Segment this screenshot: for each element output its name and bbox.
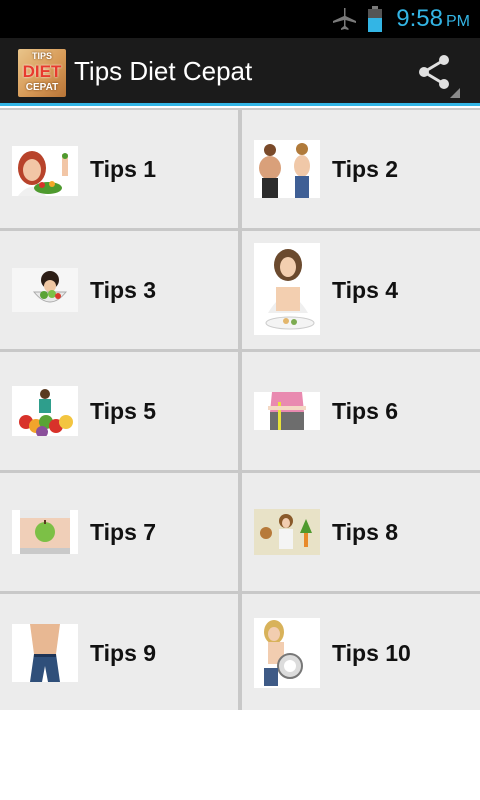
tip-cell-4[interactable]: Tips 4	[242, 231, 480, 349]
app-title: Tips Diet Cepat	[74, 56, 253, 86]
clock-time: 9:58	[396, 5, 443, 32]
tip-cell-6[interactable]: Tips 6	[242, 352, 480, 470]
tip-cell-7[interactable]: Tips 7	[0, 473, 238, 591]
tip-6-label: Tips 6	[332, 398, 399, 424]
tip-1-image	[12, 146, 78, 196]
clock-ampm: PM	[446, 13, 470, 30]
app-logo-icon[interactable]: TIPS DIET CEPAT	[18, 49, 66, 97]
status-clock: 9:58 PM	[396, 5, 470, 36]
tip-7-label: Tips 7	[90, 519, 157, 545]
airplane-mode-icon	[333, 8, 356, 30]
overflow-indicator-icon	[450, 88, 460, 98]
tip-cell-9[interactable]: Tips 9	[0, 594, 238, 712]
empty-area	[0, 710, 480, 800]
tip-9-image	[12, 624, 78, 682]
tip-2-image	[254, 140, 320, 198]
tip-cell-2[interactable]: Tips 2	[242, 110, 480, 228]
tip-cell-10[interactable]: Tips 10	[242, 594, 480, 712]
tip-7-image	[12, 510, 78, 554]
tip-5-image	[12, 386, 78, 436]
tip-1-label: Tips 1	[90, 156, 157, 182]
tip-3-label: Tips 3	[90, 277, 157, 303]
tip-9-label: Tips 9	[90, 640, 157, 666]
logo-line1: TIPS	[31, 51, 52, 61]
tip-cell-1[interactable]: Tips 1	[0, 110, 238, 228]
tip-8-label: Tips 8	[332, 519, 399, 545]
logo-line2: DIET	[22, 62, 62, 81]
tip-4-label: Tips 4	[332, 277, 399, 303]
status-bar: 9:58 PM	[0, 0, 480, 38]
action-bar: TIPS DIET CEPAT Tips Diet Cepat	[0, 38, 480, 106]
share-icon[interactable]	[416, 54, 452, 90]
tip-cell-8[interactable]: Tips 8	[242, 473, 480, 591]
tip-5-label: Tips 5	[90, 398, 157, 424]
tip-cell-3[interactable]: Tips 3	[0, 231, 238, 349]
tip-2-label: Tips 2	[332, 156, 399, 182]
battery-icon	[368, 6, 382, 32]
logo-line3: CEPAT	[25, 82, 59, 93]
tip-4-image	[254, 243, 320, 335]
tip-3-image	[12, 268, 78, 312]
tip-6-image	[254, 392, 320, 430]
tip-cell-5[interactable]: Tips 5	[0, 352, 238, 470]
tip-10-image	[254, 618, 320, 688]
tip-10-label: Tips 10	[332, 640, 411, 666]
tip-8-image	[254, 509, 320, 555]
tips-grid: Tips 1 Tips 2 Tips 3 Tips 4 Tips 5 Tips …	[0, 108, 480, 712]
